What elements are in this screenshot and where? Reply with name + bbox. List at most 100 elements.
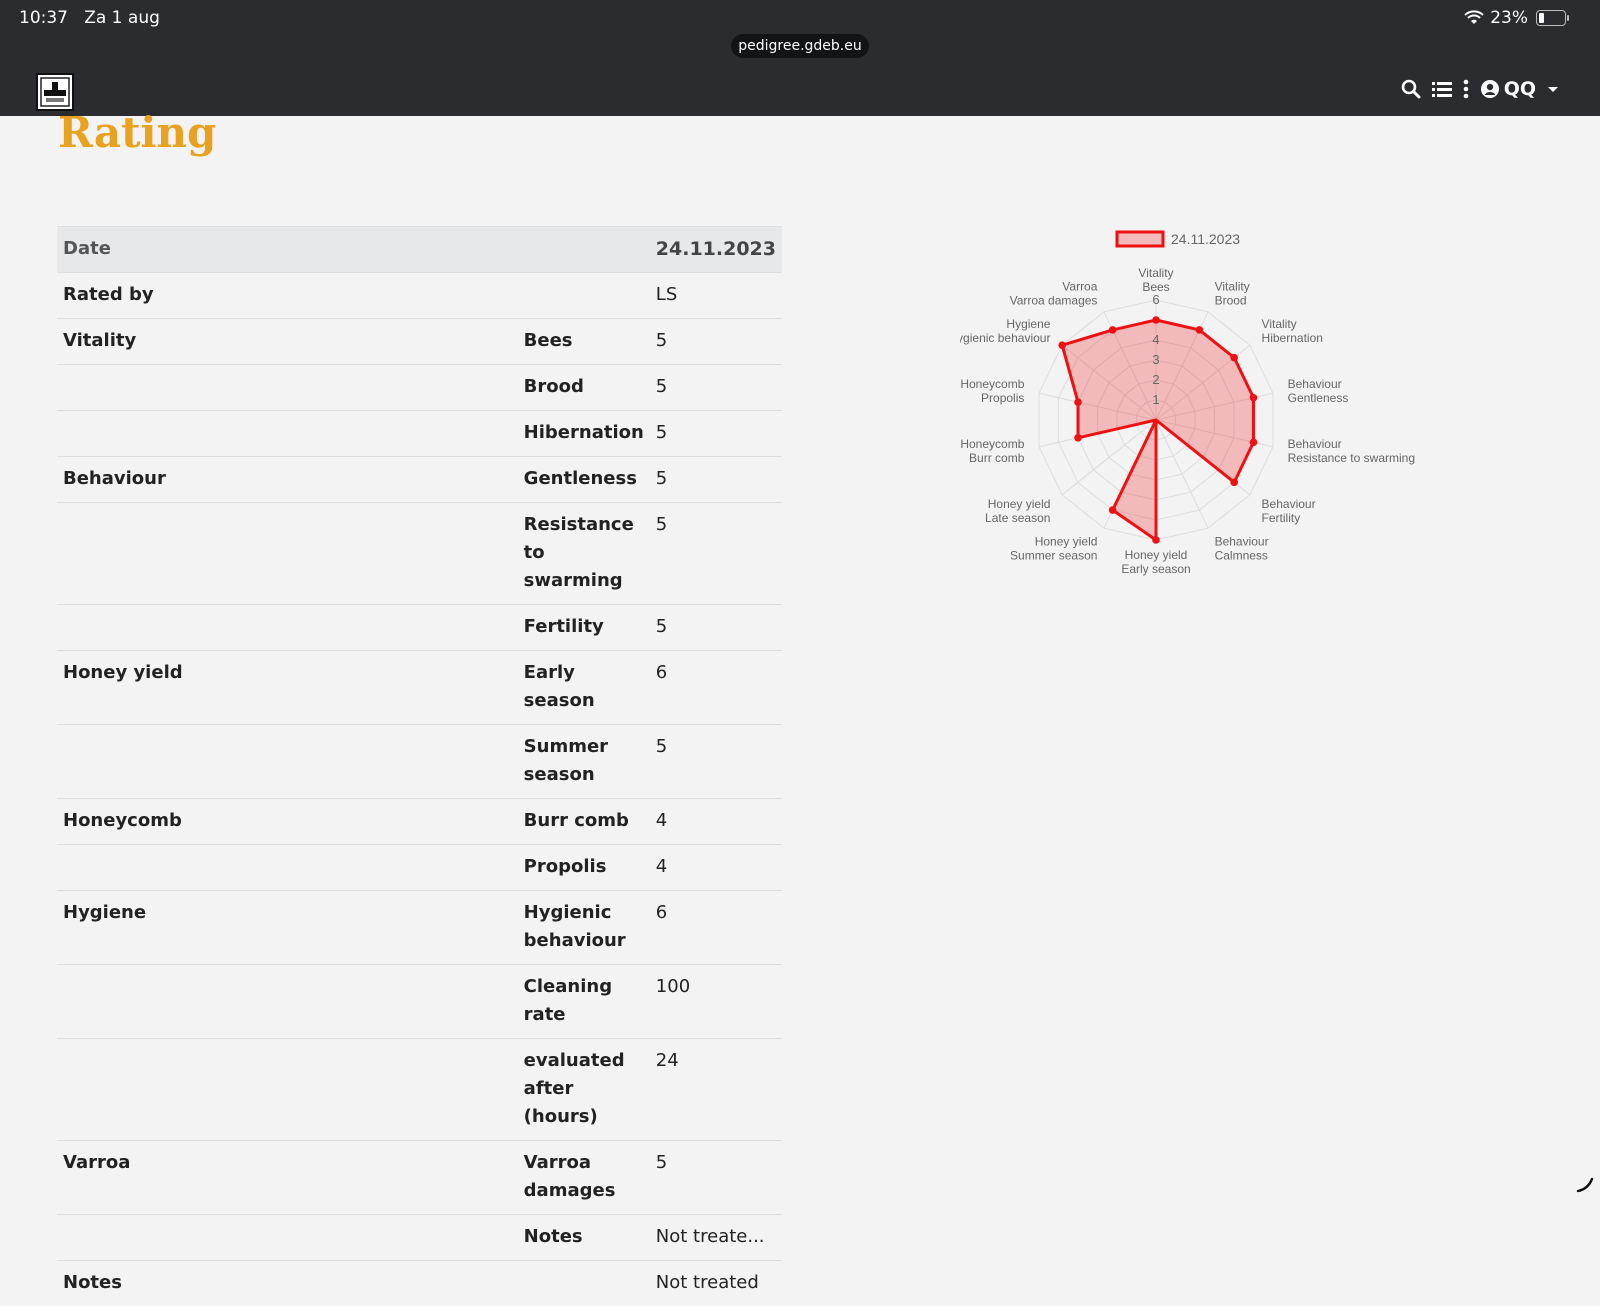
cell-cat: Rated by xyxy=(57,273,518,319)
date-label: Date xyxy=(57,227,650,273)
radar-axis-label: BehaviourGentleness xyxy=(1288,377,1349,405)
table-row: VarroaVarroa damages5 xyxy=(57,1141,782,1215)
table-header-row: Date 24.11.2023 xyxy=(57,227,782,273)
cell-val: 24 xyxy=(650,1039,782,1141)
cell-cat xyxy=(57,845,518,891)
nav-actions: QQ xyxy=(1401,78,1560,100)
user-circle-icon xyxy=(1480,79,1500,99)
table-row: NotesNot treate... xyxy=(57,1215,782,1261)
radar-axis-label: HygieneHygienic behaviour xyxy=(960,317,1051,345)
cell-val: 5 xyxy=(650,503,782,605)
cell-sub: Summer season xyxy=(518,725,650,799)
table-row: Propolis4 xyxy=(57,845,782,891)
status-bar-time: 10:37 Za 1 aug xyxy=(19,8,160,28)
cell-sub: Bees xyxy=(518,319,650,365)
battery-icon xyxy=(1536,10,1566,26)
table-row: HoneycombBurr comb4 xyxy=(57,799,782,845)
radar-data-point xyxy=(1109,326,1117,334)
table-row: Rated by LS xyxy=(57,273,782,319)
table-row: BehaviourGentleness5 xyxy=(57,457,782,503)
rating-table: Date 24.11.2023 Rated byLSVitalityBees5B… xyxy=(57,226,782,1306)
cell-val: 4 xyxy=(650,845,782,891)
user-name: QQ xyxy=(1504,78,1536,100)
cell-sub: Gentleness xyxy=(518,457,650,503)
cell-cat: Varroa xyxy=(57,1141,518,1215)
cell-val: 5 xyxy=(650,319,782,365)
cell-val: 5 xyxy=(650,605,782,651)
radar-tick-label: 6 xyxy=(1152,292,1159,307)
cell-cat xyxy=(57,1215,518,1261)
radar-data-point xyxy=(1230,479,1238,487)
list-icon[interactable] xyxy=(1432,80,1452,98)
radar-tick-label: 4 xyxy=(1152,332,1159,347)
cell-sub: Burr comb xyxy=(518,799,650,845)
cell-val: 5 xyxy=(650,725,782,799)
radar-data-point xyxy=(1152,536,1160,544)
cell-cat xyxy=(57,411,518,457)
url-text: pedigree.gdeb.eu xyxy=(738,38,862,54)
url-bar[interactable]: pedigree.gdeb.eu xyxy=(731,34,869,58)
cell-cat xyxy=(57,1039,518,1141)
cell-sub: Varroa damages xyxy=(518,1141,650,1215)
legend-label: 24.11.2023 xyxy=(1171,231,1240,247)
rating-radar-chart: 12346VitalityBeesVitalityBroodVitalityHi… xyxy=(960,228,1440,598)
cell-sub: Hygienic behaviour xyxy=(518,891,650,965)
battery-percent: 23% xyxy=(1490,8,1528,28)
cell-val: Not treate... xyxy=(650,1215,782,1261)
cell-sub xyxy=(518,273,650,319)
radar-data-point xyxy=(1109,506,1117,514)
cell-val: 100 xyxy=(650,965,782,1039)
more-vertical-icon[interactable] xyxy=(1463,79,1469,99)
logo-icon xyxy=(38,75,72,109)
cell-sub: Brood xyxy=(518,365,650,411)
cell-val: LS xyxy=(650,273,782,319)
cell-cat xyxy=(57,365,518,411)
table-row: evaluated after (hours)24 xyxy=(57,1039,782,1141)
cell-cat: Vitality xyxy=(57,319,518,365)
radar-axis-label: BehaviourCalmness xyxy=(1215,535,1269,563)
status-time: 10:37 xyxy=(19,8,68,28)
user-menu[interactable]: QQ xyxy=(1480,78,1560,100)
radar-axis-label: Honey yieldEarly season xyxy=(1121,548,1190,576)
search-icon[interactable] xyxy=(1401,79,1421,99)
cell-cat: Honeycomb xyxy=(57,799,518,845)
radar-axis-label: HoneycombBurr comb xyxy=(960,437,1024,465)
date-value: 24.11.2023 xyxy=(650,227,782,273)
cell-val: 5 xyxy=(650,457,782,503)
legend-swatch xyxy=(1117,232,1163,246)
table-row: Fertility5 xyxy=(57,605,782,651)
cell-val: 5 xyxy=(650,411,782,457)
wifi-icon xyxy=(1464,10,1484,26)
table-row: Notes Not treated xyxy=(57,1261,782,1306)
cell-sub: Fertility xyxy=(518,605,650,651)
cell-cat: Honey yield xyxy=(57,651,518,725)
cell-sub xyxy=(518,1261,650,1306)
cell-val: Not treated xyxy=(650,1261,782,1306)
radar-axis-label: BehaviourResistance to swarming xyxy=(1288,437,1415,465)
table-row: Brood5 xyxy=(57,365,782,411)
resize-handle-icon[interactable] xyxy=(1576,1175,1594,1193)
cell-cat: Notes xyxy=(57,1261,518,1306)
radar-axis-label: Honey yieldLate season xyxy=(985,497,1050,525)
cell-cat: Behaviour xyxy=(57,457,518,503)
cell-val: 6 xyxy=(650,891,782,965)
cell-cat xyxy=(57,965,518,1039)
radar-data-point xyxy=(1152,316,1160,324)
top-bar: 10:37 Za 1 aug 23% pedigree.gdeb.eu xyxy=(0,0,1600,116)
cell-sub: Hibernation xyxy=(518,411,650,457)
radar-axis-label: BehaviourFertility xyxy=(1262,497,1316,525)
cell-cat xyxy=(57,725,518,799)
status-date: Za 1 aug xyxy=(84,8,160,28)
radar-tick-label: 3 xyxy=(1152,352,1159,367)
table-row: Hibernation5 xyxy=(57,411,782,457)
site-logo[interactable] xyxy=(36,73,74,111)
page-title: Rating xyxy=(58,108,216,157)
table-row: Honey yieldEarly season6 xyxy=(57,651,782,725)
cell-sub: evaluated after (hours) xyxy=(518,1039,650,1141)
radar-data-point xyxy=(1196,326,1204,334)
caret-down-icon xyxy=(1546,84,1560,94)
radar-axis-label: VitalityBrood xyxy=(1215,279,1250,307)
table-row: HygieneHygienic behaviour6 xyxy=(57,891,782,965)
status-bar-right: 23% xyxy=(1464,8,1566,28)
cell-val: 6 xyxy=(650,651,782,725)
